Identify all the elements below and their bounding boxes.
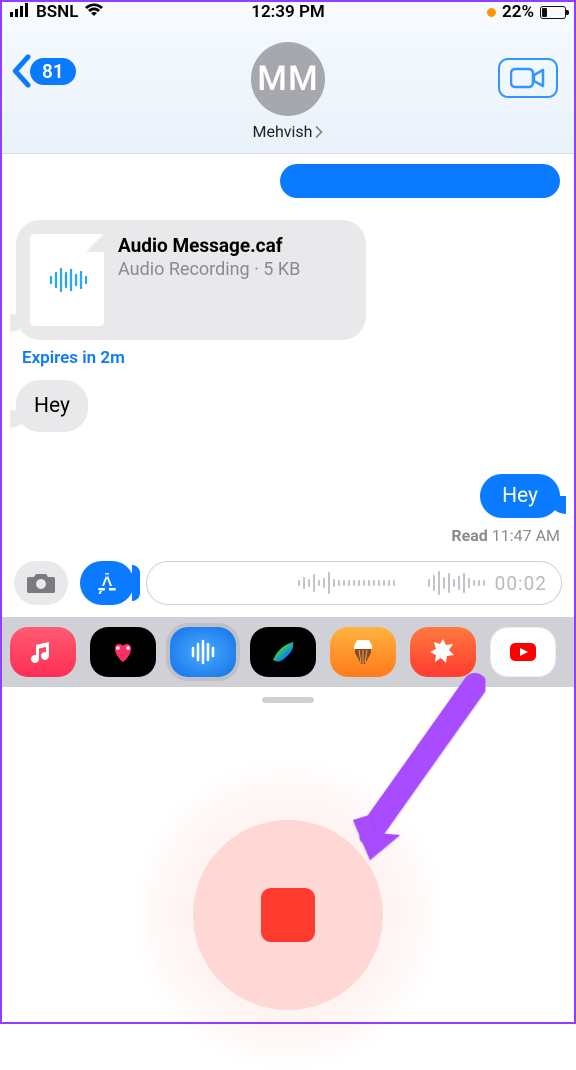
live-waveform-icon [161,562,485,604]
clock: 12:39 PM [251,2,325,22]
video-icon [510,66,546,90]
imessage-app-strip[interactable] [0,617,576,687]
garageband-icon[interactable] [330,627,396,677]
audio-wave-icon[interactable] [170,627,236,677]
clips-icon[interactable] [410,627,476,677]
chevron-left-icon [10,54,32,88]
music-app-icon[interactable] [10,627,76,677]
battery-icon [540,6,566,19]
stop-icon [261,888,315,942]
attachment-title: Audio Message.caf [118,234,300,257]
back-button[interactable]: 81 [10,54,76,88]
waveform-icon [47,267,87,293]
incoming-bubble[interactable]: Hey [16,380,88,432]
message-list[interactable]: Audio Message.caf Audio Recording · 5 KB… [0,154,576,545]
unread-count-badge: 81 [30,58,76,85]
audio-recording-field[interactable]: 00:02 [146,561,562,605]
conversation-header: 81 MM Mehvish [0,24,576,154]
outgoing-bubble[interactable]: Hey [480,474,560,518]
recording-indicator-icon [487,8,496,17]
status-bar: BSNL 12:39 PM 22% [0,0,576,24]
wifi-icon [84,2,104,22]
compose-bar: 00:02 [0,545,576,617]
attachment-subtitle: Audio Recording · 5 KB [118,259,300,280]
audio-drawer [0,687,576,1067]
expires-label: Expires in 2m [22,348,560,368]
battery-percent: 22% [502,2,534,22]
contact-name-button[interactable]: Mehvish [253,122,324,141]
digital-touch-icon[interactable] [90,627,156,677]
camera-icon [26,571,56,595]
signal-icon [10,2,30,22]
recording-timer: 00:02 [495,572,547,595]
brush-app-icon[interactable] [250,627,316,677]
read-receipt: Read 11:47 AM [16,526,560,545]
outgoing-bubble-partial[interactable] [280,164,560,198]
app-store-button[interactable] [80,561,134,605]
facetime-button[interactable] [498,58,558,98]
camera-button[interactable] [14,561,68,605]
contact-name-label: Mehvish [253,122,313,141]
avatar[interactable]: MM [251,42,325,116]
app-store-icon [94,570,120,596]
youtube-icon[interactable] [490,627,556,677]
carrier-label: BSNL [36,2,78,22]
audio-attachment-bubble[interactable]: Audio Message.caf Audio Recording · 5 KB [16,220,366,340]
drawer-grabber[interactable] [262,697,314,703]
chevron-right-icon [313,126,323,138]
file-thumb-icon [30,234,104,326]
